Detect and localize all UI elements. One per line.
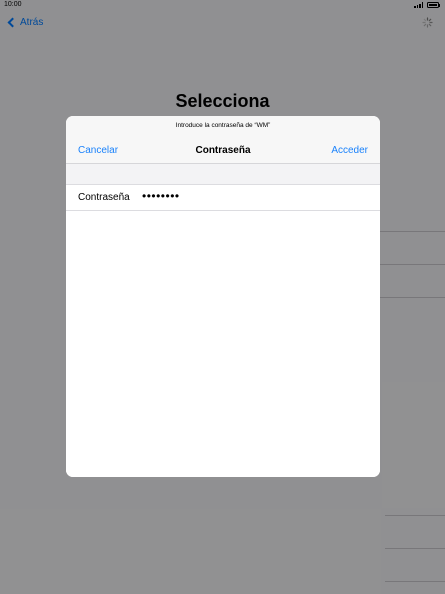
- sheet-body: Contraseña ••••••••: [66, 164, 380, 477]
- password-sheet: Introduce la contraseña de “WM” Cancelar…: [66, 116, 380, 477]
- password-input[interactable]: ••••••••: [142, 189, 180, 203]
- password-row[interactable]: Contraseña ••••••••: [66, 185, 380, 211]
- password-label: Contraseña: [78, 192, 130, 203]
- sheet-header: Introduce la contraseña de “WM” Cancelar…: [66, 116, 380, 164]
- password-prompt: Introduce la contraseña de “WM”: [175, 122, 271, 129]
- join-button[interactable]: Acceder: [331, 145, 368, 156]
- group-spacer: [66, 164, 380, 185]
